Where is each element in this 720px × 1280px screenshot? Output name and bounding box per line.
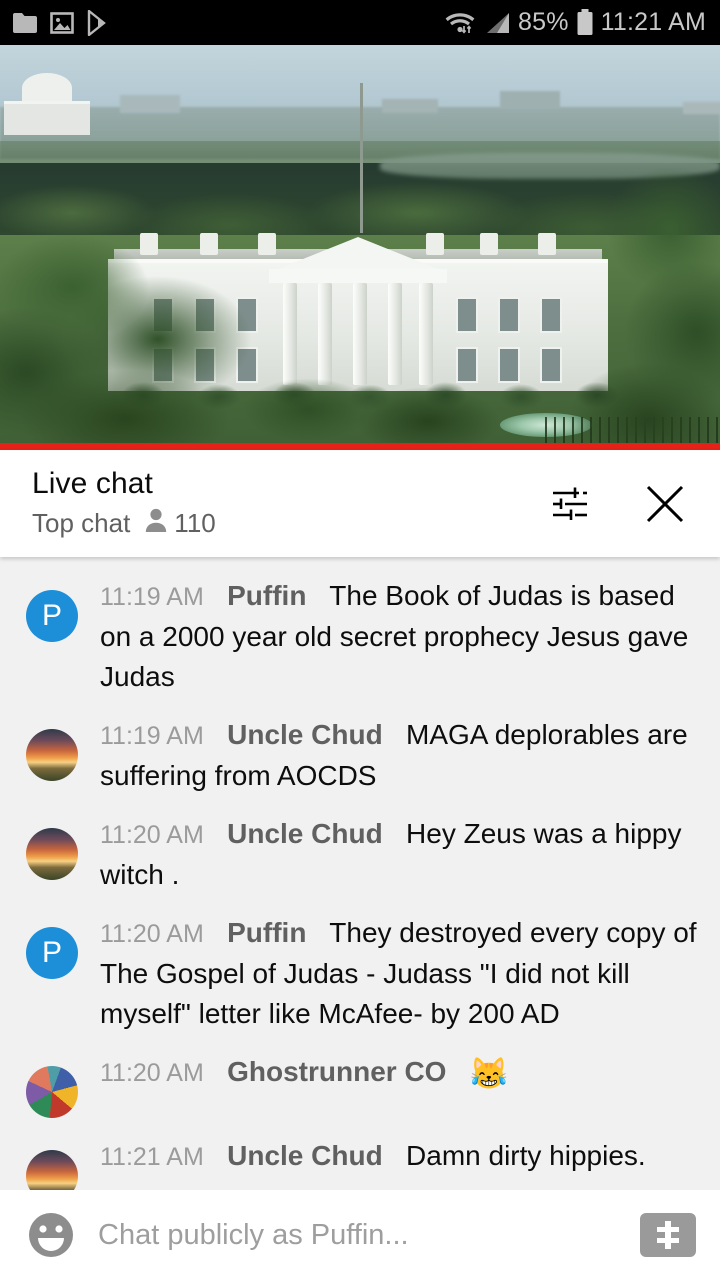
message-author[interactable]: Uncle Chud [227, 818, 383, 849]
photo-icon [50, 11, 74, 35]
chat-message[interactable]: 11:20 AM Ghostrunner CO 😹 [0, 1043, 720, 1127]
chat-message[interactable]: 11:21 AM Uncle Chud Damn dirty hippies. [0, 1127, 720, 1190]
battery-percent-label: 85% [517, 8, 569, 36]
play-store-icon [86, 9, 110, 36]
chat-header-subrow: Top chat 110 [32, 507, 546, 540]
close-x-icon[interactable] [642, 481, 688, 527]
cell-signal-icon [483, 11, 511, 35]
chat-message[interactable]: P 11:19 AM Puffin The Book of Judas is b… [0, 567, 720, 706]
chat-message-body: 11:20 AM Puffin They destroyed every cop… [100, 913, 704, 1034]
chat-message-body: 11:20 AM Ghostrunner CO 😹 [100, 1052, 704, 1094]
message-timestamp: 11:19 AM [100, 722, 204, 750]
chat-input-bar: Chat publicly as Puffin... [0, 1190, 720, 1280]
jefferson-memorial [4, 73, 90, 135]
avatar[interactable] [26, 828, 78, 880]
foreground-tree-middle [230, 341, 530, 450]
chat-message[interactable]: 11:19 AM Uncle Chud MAGA deplorables are… [0, 706, 720, 805]
folder-icon [12, 12, 38, 34]
message-timestamp: 11:21 AM [100, 1143, 204, 1171]
avatar[interactable]: P [26, 590, 78, 642]
person-icon [144, 507, 168, 540]
message-author[interactable]: Ghostrunner CO [227, 1056, 446, 1087]
status-bar-clock: 11:21 AM [600, 8, 706, 36]
chat-message-body: 11:21 AM Uncle Chud Damn dirty hippies. [100, 1136, 704, 1177]
message-author[interactable]: Puffin [227, 580, 306, 611]
message-timestamp: 11:20 AM [100, 920, 204, 948]
dollar-sign-icon[interactable] [640, 1213, 696, 1257]
phone-screen: 85% 11:21 AM Live chat Top chat 110 P 11… [0, 0, 720, 1280]
tune-sliders-icon[interactable] [546, 481, 592, 527]
message-author[interactable]: Uncle Chud [227, 1140, 383, 1171]
viewer-count: 110 [144, 507, 216, 540]
avatar[interactable] [26, 729, 78, 781]
chat-message-list[interactable]: P 11:19 AM Puffin The Book of Judas is b… [0, 557, 720, 1190]
message-timestamp: 11:20 AM [100, 821, 204, 849]
video-player[interactable] [0, 45, 720, 450]
top-chat-label[interactable]: Top chat [32, 508, 130, 539]
message-timestamp: 11:19 AM [100, 583, 204, 611]
avatar[interactable] [26, 1066, 78, 1118]
avatar[interactable] [26, 1150, 78, 1190]
live-chat-title: Live chat [32, 467, 153, 500]
emoji-smiley-icon[interactable] [26, 1210, 76, 1260]
viewer-count-label: 110 [174, 508, 216, 538]
live-chat-header: Live chat Top chat 110 [0, 450, 720, 557]
avatar[interactable]: P [26, 927, 78, 979]
chat-header-actions [546, 481, 698, 527]
status-bar-left-icons [12, 9, 110, 36]
chat-message[interactable]: P 11:20 AM Puffin They destroyed every c… [0, 904, 720, 1043]
message-timestamp: 11:20 AM [100, 1059, 204, 1087]
wifi-transfer-icon [444, 10, 476, 36]
message-author[interactable]: Puffin [227, 917, 306, 948]
message-author[interactable]: Uncle Chud [227, 719, 383, 750]
chat-message-body: 11:20 AM Uncle Chud Hey Zeus was a hippy… [100, 814, 704, 895]
foreground-tree-right [560, 165, 720, 450]
chat-header-titles: Live chat Top chat 110 [32, 467, 546, 540]
status-bar-right: 85% 11:21 AM [444, 8, 706, 37]
chat-message-body: 11:19 AM Puffin The Book of Judas is bas… [100, 576, 704, 697]
message-emoji: 😹 [469, 1056, 509, 1091]
chat-message-body: 11:19 AM Uncle Chud MAGA deplorables are… [100, 715, 704, 796]
status-bar: 85% 11:21 AM [0, 0, 720, 45]
message-text: Damn dirty hippies. [406, 1140, 646, 1171]
battery-icon [576, 9, 594, 36]
chat-message[interactable]: 11:20 AM Uncle Chud Hey Zeus was a hippy… [0, 805, 720, 904]
video-progress-bar[interactable] [0, 443, 720, 450]
chat-input-field[interactable]: Chat publicly as Puffin... [98, 1219, 640, 1252]
